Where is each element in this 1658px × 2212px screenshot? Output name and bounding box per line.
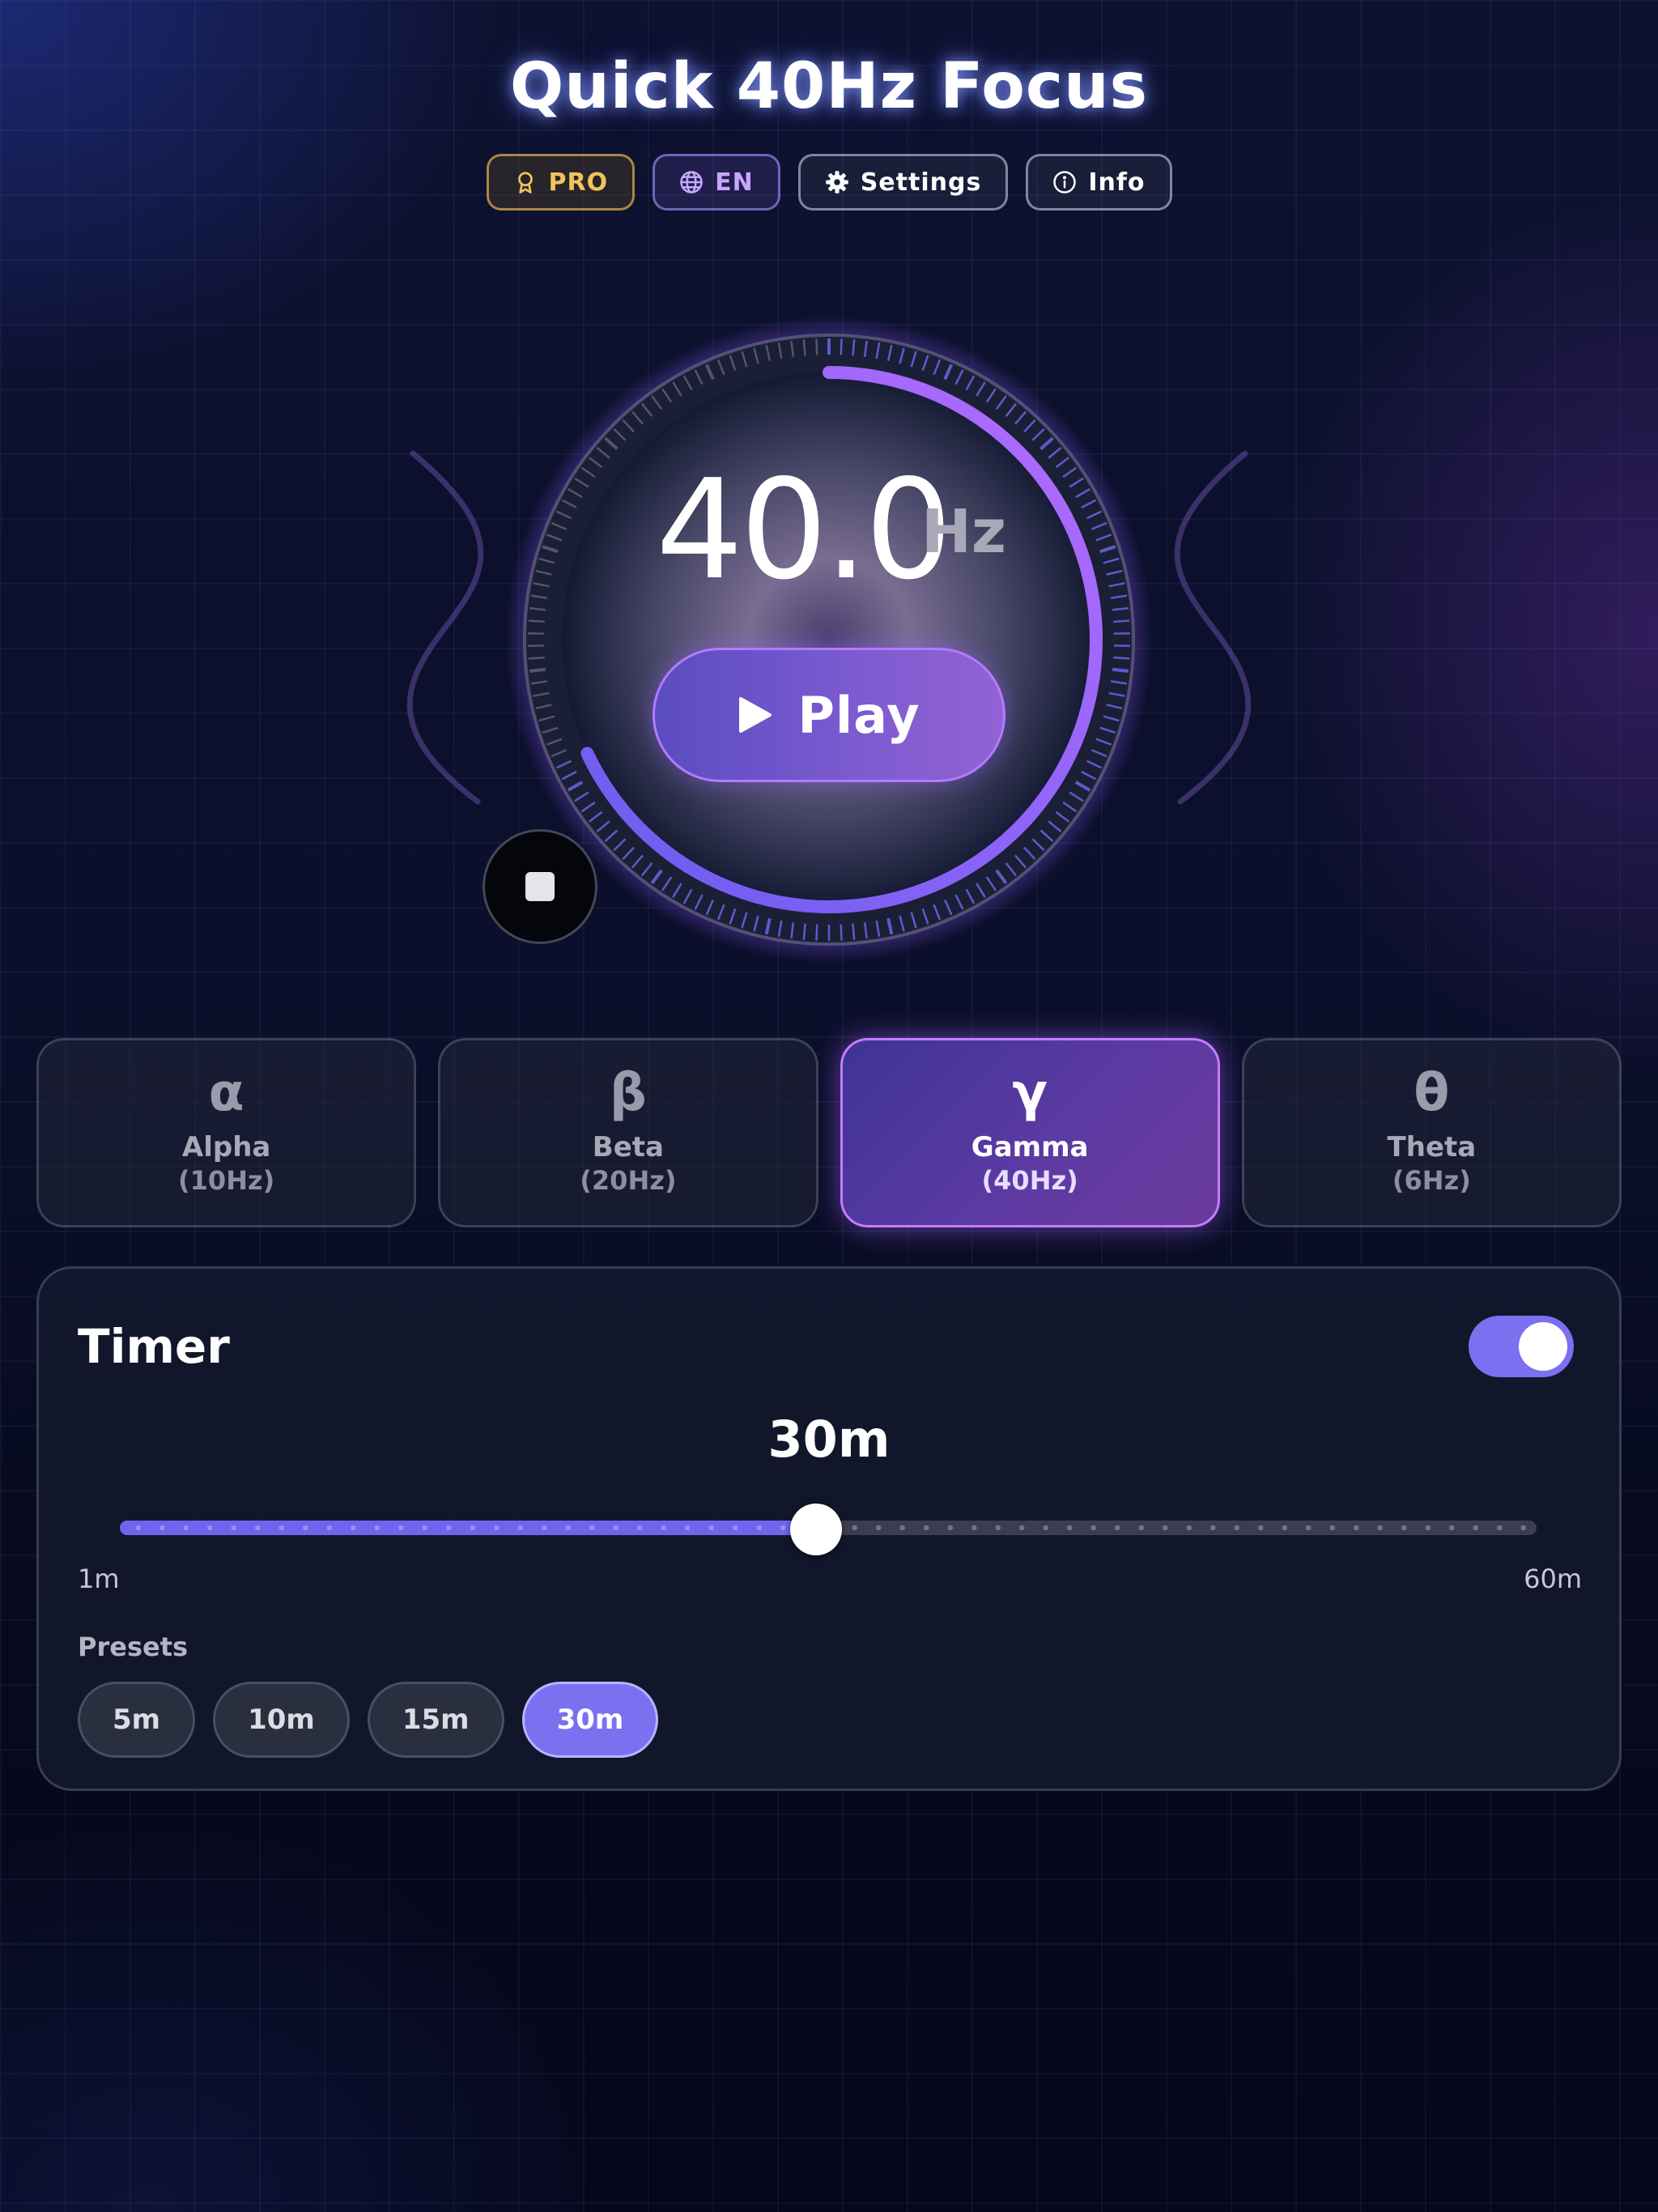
- band-frequency: (40Hz): [981, 1165, 1078, 1197]
- band-symbol: γ: [1012, 1062, 1048, 1123]
- award-icon: [517, 172, 533, 194]
- header-chips: PRO EN Settings Info: [0, 154, 1658, 211]
- globe-icon: [680, 171, 703, 194]
- dial-tick: [815, 924, 818, 941]
- stop-button[interactable]: [483, 829, 597, 944]
- dial-tick: [840, 924, 843, 941]
- dial-tick: [815, 338, 818, 355]
- settings-button[interactable]: Settings: [797, 154, 1009, 211]
- play-button[interactable]: Play: [653, 648, 1005, 782]
- dial-tick: [802, 923, 806, 940]
- band-name: Alpha: [181, 1130, 271, 1163]
- band-frequency: (6Hz): [1392, 1165, 1471, 1197]
- dial-tick: [802, 339, 806, 356]
- dial-tick: [528, 619, 545, 623]
- band-alpha[interactable]: α Alpha (10Hz): [36, 1038, 417, 1227]
- settings-label: Settings: [860, 168, 982, 197]
- gear-icon: [825, 171, 848, 194]
- right-wave-decoration: [1174, 450, 1252, 805]
- band-name: Beta: [592, 1130, 664, 1163]
- language-button[interactable]: EN: [653, 154, 780, 211]
- preset-30m-button[interactable]: 30m: [521, 1682, 659, 1758]
- dial-tick: [1112, 667, 1129, 673]
- slider-thumb[interactable]: [790, 1504, 843, 1555]
- dial-tick: [528, 656, 545, 660]
- timer-slider[interactable]: [120, 1504, 1537, 1555]
- play-label: Play: [797, 685, 920, 745]
- band-selector: α Alpha (10Hz) β Beta (20Hz) γ Gamma (40…: [36, 1038, 1622, 1227]
- left-wave-decoration: [406, 450, 484, 805]
- frequency-value: 40.0: [656, 450, 953, 610]
- dial-tick: [852, 339, 856, 356]
- band-beta[interactable]: β Beta (20Hz): [438, 1038, 818, 1227]
- timer-value: 30m: [767, 1410, 891, 1469]
- preset-5m-button[interactable]: 5m: [78, 1682, 196, 1758]
- language-label: EN: [715, 168, 754, 197]
- info-icon: [1053, 171, 1077, 194]
- band-symbol: β: [609, 1062, 647, 1123]
- timer-toggle[interactable]: [1469, 1316, 1574, 1377]
- band-gamma[interactable]: γ Gamma (40Hz): [840, 1038, 1220, 1227]
- band-frequency: (20Hz): [580, 1165, 677, 1197]
- preset-10m-button[interactable]: 10m: [213, 1682, 350, 1758]
- dial-tick: [840, 338, 843, 355]
- info-button[interactable]: Info: [1026, 154, 1172, 211]
- dial-tick: [529, 667, 546, 673]
- frequency-dial[interactable]: [505, 316, 1153, 963]
- band-symbol: θ: [1414, 1062, 1450, 1123]
- slider-max-label: 60m: [1524, 1563, 1582, 1594]
- preset-list: 5m 10m 15m 30m: [78, 1682, 659, 1758]
- app-title: Quick 40Hz Focus: [509, 50, 1149, 123]
- dial-tick: [852, 923, 856, 940]
- timer-title: Timer: [78, 1319, 230, 1374]
- band-frequency: (10Hz): [178, 1165, 275, 1197]
- pro-button[interactable]: PRO: [486, 154, 636, 211]
- band-name: Theta: [1387, 1130, 1477, 1163]
- preset-15m-button[interactable]: 15m: [367, 1682, 504, 1758]
- dial-tick: [1113, 619, 1130, 623]
- toggle-knob: [1519, 1322, 1567, 1371]
- band-theta[interactable]: θ Theta (6Hz): [1241, 1038, 1622, 1227]
- band-symbol: α: [208, 1062, 244, 1123]
- band-name: Gamma: [971, 1130, 1089, 1163]
- pro-label: PRO: [548, 168, 609, 197]
- timer-panel: Timer 30m 1m 60m Presets 5m 10m 15m 30m: [36, 1266, 1622, 1791]
- play-icon: [739, 697, 772, 733]
- info-label: Info: [1088, 168, 1146, 197]
- dial-tick: [1113, 656, 1130, 660]
- stop-icon: [525, 872, 555, 901]
- presets-label: Presets: [78, 1631, 189, 1662]
- slider-min-label: 1m: [78, 1563, 120, 1594]
- frequency-unit: Hz: [921, 497, 1007, 567]
